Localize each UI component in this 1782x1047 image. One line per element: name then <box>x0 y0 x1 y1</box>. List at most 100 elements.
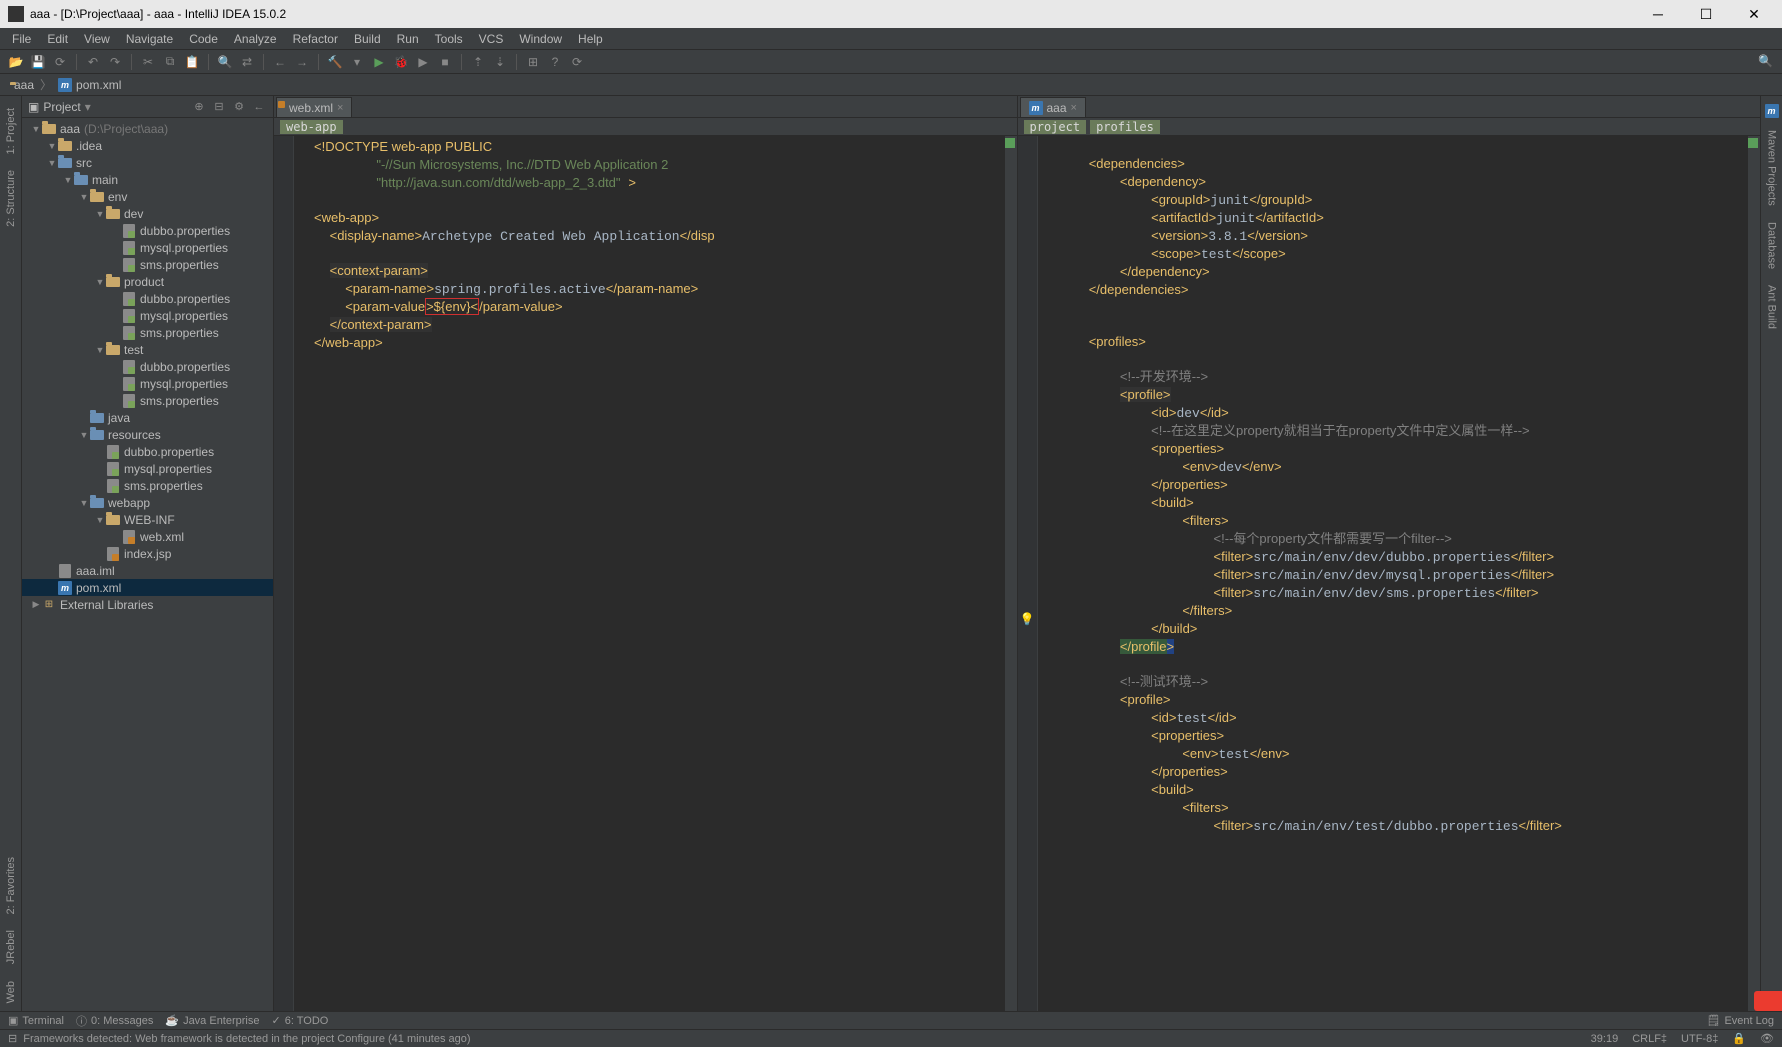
find-icon[interactable]: 🔍 <box>215 52 235 72</box>
tab-java-enterprise[interactable]: ☕Java Enterprise <box>165 1014 259 1027</box>
replace-icon[interactable]: ⇄ <box>237 52 257 72</box>
menu-navigate[interactable]: Navigate <box>118 32 181 46</box>
expand-arrow-icon[interactable]: ▼ <box>46 158 58 168</box>
tree-row[interactable]: mysql.properties <box>22 460 273 477</box>
tree-row[interactable]: sms.properties <box>22 256 273 273</box>
tree-row[interactable]: ▼product <box>22 273 273 290</box>
vcs-update-icon[interactable]: ⇣ <box>490 52 510 72</box>
menu-code[interactable]: Code <box>181 32 226 46</box>
breadcrumb-item[interactable]: aaa <box>10 78 34 92</box>
breadcrumb-item[interactable]: m pom.xml <box>58 78 121 92</box>
tree-row[interactable]: sms.properties <box>22 392 273 409</box>
scroll-from-source-icon[interactable]: ⊕ <box>191 99 207 115</box>
menu-file[interactable]: File <box>4 32 39 46</box>
xml-crumb[interactable]: profiles <box>1090 120 1160 134</box>
expand-arrow-icon[interactable]: ▼ <box>30 124 42 134</box>
tree-row[interactable]: java <box>22 409 273 426</box>
tree-row[interactable]: mpom.xml <box>22 579 273 596</box>
cursor-position[interactable]: 39:19 <box>1591 1033 1619 1045</box>
tree-row[interactable]: ▼main <box>22 171 273 188</box>
menu-help[interactable]: Help <box>570 32 611 46</box>
expand-arrow-icon[interactable]: ▼ <box>78 192 90 202</box>
expand-arrow-icon[interactable]: ▼ <box>94 209 106 219</box>
tab-maven[interactable]: Maven Projects <box>1764 122 1780 214</box>
structure-icon[interactable]: ⊞ <box>523 52 543 72</box>
fold-gutter[interactable] <box>294 136 308 1011</box>
tree-row[interactable]: ▼webapp <box>22 494 273 511</box>
menu-window[interactable]: Window <box>511 32 570 46</box>
jrebel-icon[interactable]: ⟳ <box>567 52 587 72</box>
expand-arrow-icon[interactable]: ▼ <box>46 141 58 151</box>
inspection-eye-icon[interactable]: 👁 <box>1760 1032 1774 1045</box>
stop-icon[interactable]: ■ <box>435 52 455 72</box>
vertical-scrollbar[interactable] <box>1005 136 1017 1011</box>
tree-row[interactable]: index.jsp <box>22 545 273 562</box>
undo-icon[interactable]: ↶ <box>83 52 103 72</box>
close-button[interactable]: ✕ <box>1734 0 1774 28</box>
expand-arrow-icon[interactable]: ▼ <box>62 175 74 185</box>
editor-tab-pom[interactable]: m aaa × <box>1020 97 1086 117</box>
tab-web[interactable]: Web <box>3 973 19 1011</box>
tab-database[interactable]: Database <box>1764 214 1780 277</box>
tree-row[interactable]: ▼src <box>22 154 273 171</box>
cut-icon[interactable]: ✂ <box>138 52 158 72</box>
tree-row[interactable]: dubbo.properties <box>22 358 273 375</box>
hide-tool-windows-icon[interactable]: ⊟ <box>8 1032 17 1045</box>
editor-gutter[interactable] <box>274 136 294 1011</box>
menu-run[interactable]: Run <box>389 32 427 46</box>
editor-gutter[interactable]: 💡 <box>1018 136 1038 1011</box>
readonly-lock-icon[interactable]: 🔒 <box>1732 1032 1746 1045</box>
tab-jrebel[interactable]: JRebel <box>3 922 19 972</box>
close-tab-icon[interactable]: × <box>337 102 343 114</box>
menu-view[interactable]: View <box>76 32 118 46</box>
minimize-button[interactable]: ─ <box>1638 0 1678 28</box>
tree-row[interactable]: dubbo.properties <box>22 290 273 307</box>
tree-row[interactable]: ▼test <box>22 341 273 358</box>
intention-bulb-icon[interactable]: 💡 <box>1020 612 1034 626</box>
sync-icon[interactable]: ⟳ <box>50 52 70 72</box>
tree-row[interactable]: ▶⊞External Libraries <box>22 596 273 613</box>
menu-edit[interactable]: Edit <box>39 32 76 46</box>
coverage-icon[interactable]: ▶ <box>413 52 433 72</box>
tree-row[interactable]: dubbo.properties <box>22 443 273 460</box>
redo-icon[interactable]: ↷ <box>105 52 125 72</box>
menu-analyze[interactable]: Analyze <box>226 32 285 46</box>
tab-favorites[interactable]: 2: Favorites <box>3 849 19 922</box>
open-icon[interactable]: 📂 <box>6 52 26 72</box>
tree-row[interactable]: dubbo.properties <box>22 222 273 239</box>
close-tab-icon[interactable]: × <box>1071 102 1077 114</box>
forward-icon[interactable]: → <box>292 52 312 72</box>
tree-row[interactable]: ▼dev <box>22 205 273 222</box>
xml-crumb[interactable]: project <box>1024 120 1087 134</box>
xml-crumb[interactable]: web-app <box>280 120 343 134</box>
expand-arrow-icon[interactable]: ▼ <box>78 430 90 440</box>
tab-project[interactable]: 1: Project <box>3 100 19 162</box>
menu-vcs[interactable]: VCS <box>471 32 512 46</box>
maximize-button[interactable]: ☐ <box>1686 0 1726 28</box>
code-area[interactable]: <!DOCTYPE web-app PUBLIC "-//Sun Microsy… <box>308 136 1005 1011</box>
back-icon[interactable]: ← <box>270 52 290 72</box>
expand-arrow-icon[interactable]: ▼ <box>78 498 90 508</box>
expand-arrow-icon[interactable]: ▼ <box>94 277 106 287</box>
paste-icon[interactable]: 📋 <box>182 52 202 72</box>
tab-event-log[interactable]: 🗒Event Log <box>1706 1014 1774 1027</box>
line-separator[interactable]: CRLF‡ <box>1632 1033 1667 1045</box>
tree-row[interactable]: ▼env <box>22 188 273 205</box>
vcs-icon[interactable]: ⇡ <box>468 52 488 72</box>
run-icon[interactable]: ▶ <box>369 52 389 72</box>
menu-refactor[interactable]: Refactor <box>285 32 346 46</box>
hide-icon[interactable]: ← <box>251 99 267 115</box>
tree-row[interactable]: mysql.properties <box>22 307 273 324</box>
vertical-scrollbar[interactable] <box>1748 136 1760 1011</box>
tree-row[interactable]: ▼aaa (D:\Project\aaa) <box>22 120 273 137</box>
settings-icon[interactable]: ⚙ <box>231 99 247 115</box>
tab-todo[interactable]: ✓6: TODO <box>272 1014 329 1027</box>
menu-build[interactable]: Build <box>346 32 389 46</box>
encoding[interactable]: UTF-8‡ <box>1681 1033 1718 1045</box>
menu-tools[interactable]: Tools <box>427 32 471 46</box>
debug-icon[interactable]: 🐞 <box>391 52 411 72</box>
tree-row[interactable]: aaa.iml <box>22 562 273 579</box>
help-icon[interactable]: ? <box>545 52 565 72</box>
tree-row[interactable]: mysql.properties <box>22 239 273 256</box>
tab-structure[interactable]: 2: Structure <box>3 162 19 235</box>
